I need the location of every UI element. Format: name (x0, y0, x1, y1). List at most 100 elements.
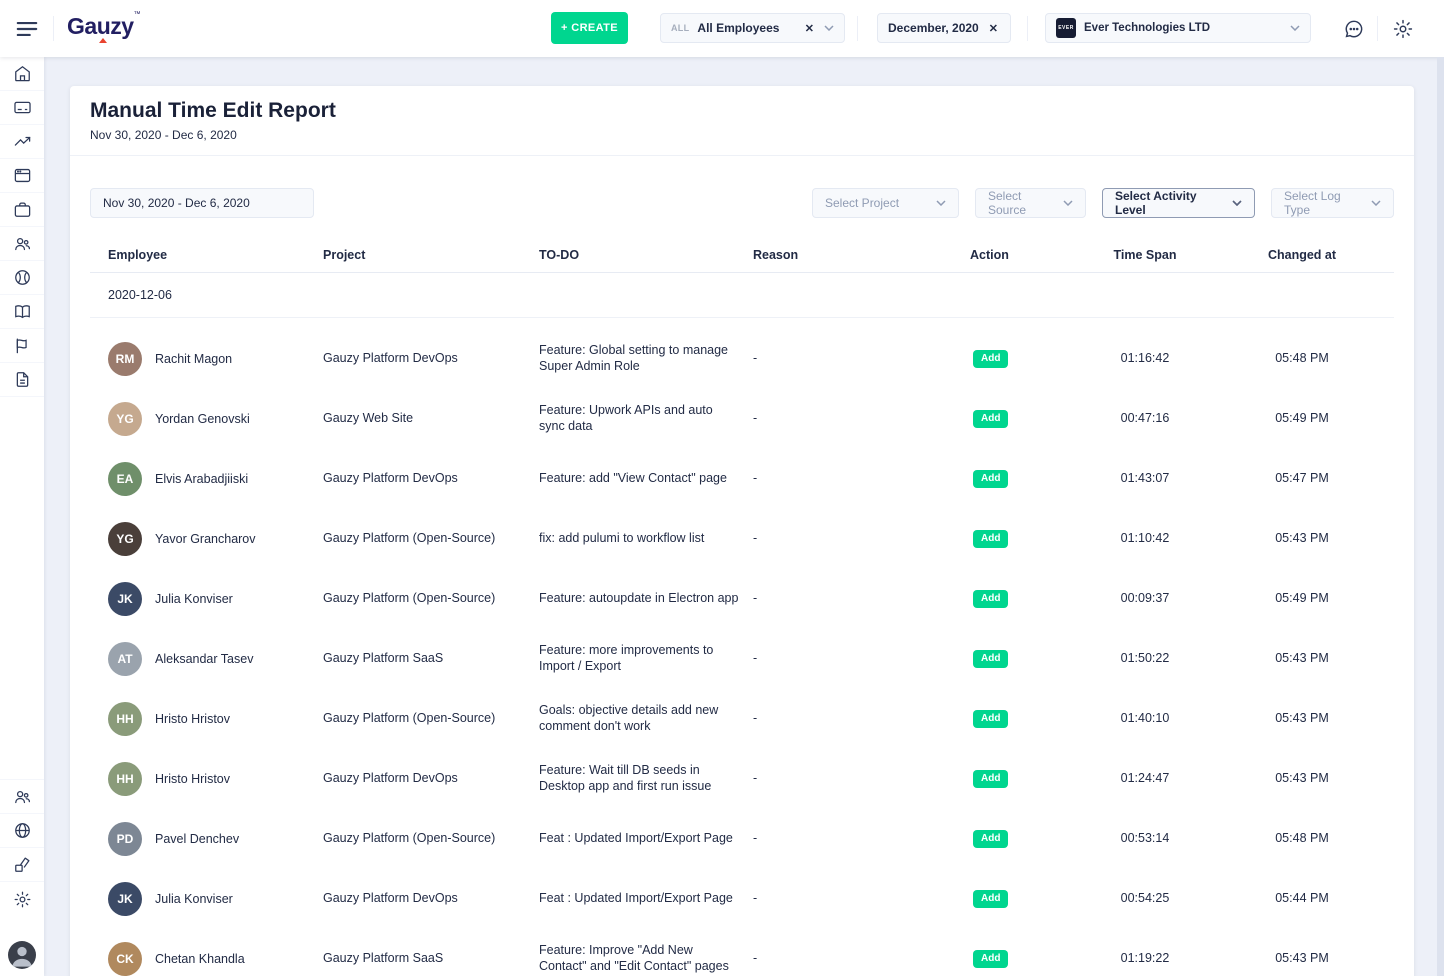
app-logo[interactable]: Gauzy™ (67, 13, 140, 40)
table-row[interactable]: CK Chetan Khandla Gauzy Platform SaaS Fe… (90, 929, 1394, 976)
sidebar-item-reports[interactable] (0, 363, 44, 397)
column-header-reason: Reason (753, 248, 970, 262)
employee-avatar: RM (108, 342, 142, 376)
time-span-cell: 01:24:47 (1080, 771, 1210, 787)
sidebar-item-theme[interactable] (0, 848, 44, 882)
reason-cell: - (753, 591, 970, 607)
date-range-picker[interactable]: Nov 30, 2020 - Dec 6, 2020 (90, 188, 314, 218)
time-span-cell: 01:43:07 (1080, 471, 1210, 487)
table-row[interactable]: HH Hristo Hristov Gauzy Platform (Open-S… (90, 689, 1394, 749)
sidebar-item-home[interactable] (0, 57, 44, 91)
sidebar-item-teams[interactable] (0, 780, 44, 814)
employee-name: Rachit Magon (155, 352, 232, 366)
changed-at-cell: 05:43 PM (1210, 771, 1394, 787)
chevron-down-icon[interactable] (1290, 25, 1300, 31)
globe-alt-icon (13, 821, 32, 840)
todo-cell: Feature: more improvements to Import / E… (539, 643, 753, 674)
column-header-action: Action (970, 248, 1080, 262)
action-badge: Add (973, 890, 1008, 909)
table-row[interactable]: YG Yavor Grancharov Gauzy Platform (Open… (90, 509, 1394, 569)
employee-name: Julia Konviser (155, 592, 233, 606)
organization-selector[interactable]: EVER Ever Technologies LTD (1045, 13, 1311, 43)
page-title: Manual Time Edit Report (90, 99, 1394, 123)
employee-avatar: JK (108, 882, 142, 916)
month-selector-value: December, 2020 (888, 21, 979, 35)
select-log-type-label: Select Log Type (1284, 189, 1363, 217)
table-row[interactable]: HH Hristo Hristov Gauzy Platform DevOps … (90, 749, 1394, 809)
scrollbar[interactable] (1437, 57, 1444, 976)
reason-cell: - (753, 711, 970, 727)
column-header-project: Project (323, 248, 539, 262)
select-project-dropdown[interactable]: Select Project (812, 188, 959, 218)
changed-at-cell: 05:43 PM (1210, 651, 1394, 667)
reason-cell: - (753, 951, 970, 967)
chevron-down-icon[interactable] (824, 25, 834, 31)
changed-at-cell: 05:44 PM (1210, 891, 1394, 907)
report-table: Employee Project TO-DO Reason Action Tim… (70, 242, 1414, 976)
select-activity-level-dropdown[interactable]: Select Activity Level (1102, 188, 1255, 218)
project-cell: Gauzy Platform (Open-Source) (323, 591, 539, 607)
sidebar-item-language[interactable] (0, 814, 44, 848)
project-cell: Gauzy Platform (Open-Source) (323, 831, 539, 847)
gear-icon (13, 890, 32, 909)
month-selector[interactable]: December, 2020 ✕ (877, 13, 1011, 43)
todo-cell: Goals: objective details add new comment… (539, 703, 753, 734)
employee-selector[interactable]: ALL All Employees ✕ (660, 13, 845, 43)
todo-cell: Feat : Updated Import/Export Page (539, 831, 753, 847)
employee-name: Chetan Khandla (155, 952, 245, 966)
report-card: Manual Time Edit Report Nov 30, 2020 - D… (70, 86, 1414, 976)
time-span-cell: 01:40:10 (1080, 711, 1210, 727)
employee-name: Pavel Denchev (155, 832, 239, 846)
table-row[interactable]: YG Yordan Genovski Gauzy Web Site Featur… (90, 389, 1394, 449)
reason-cell: - (753, 771, 970, 787)
sidebar-item-accounting[interactable] (0, 91, 44, 125)
select-source-dropdown[interactable]: Select Source (975, 188, 1086, 218)
employee-avatar: JK (108, 582, 142, 616)
sidebar-item-settings[interactable] (0, 882, 44, 916)
select-log-type-dropdown[interactable]: Select Log Type (1271, 188, 1394, 218)
create-button[interactable]: + CREATE (551, 12, 628, 44)
credit-card-icon (13, 98, 32, 117)
table-row[interactable]: EA Elvis Arabadjiiski Gauzy Platform Dev… (90, 449, 1394, 509)
sidebar-item-organization[interactable] (0, 261, 44, 295)
select-source-label: Select Source (988, 189, 1055, 217)
table-body: RM Rachit Magon Gauzy Platform DevOps Fe… (90, 318, 1394, 976)
report-header: Manual Time Edit Report Nov 30, 2020 - D… (70, 86, 1414, 156)
table-row[interactable]: PD Pavel Denchev Gauzy Platform (Open-So… (90, 809, 1394, 869)
clear-employee-icon[interactable]: ✕ (803, 22, 816, 35)
sidebar-item-employees[interactable] (0, 227, 44, 261)
table-row[interactable]: AT Aleksandar Tasev Gauzy Platform SaaS … (90, 629, 1394, 689)
table-row[interactable]: JK Julia Konviser Gauzy Platform DevOps … (90, 869, 1394, 929)
todo-cell: Feature: Global setting to manage Super … (539, 343, 753, 374)
browser-icon (13, 166, 32, 185)
sidebar-item-goals[interactable] (0, 329, 44, 363)
changed-at-cell: 05:49 PM (1210, 411, 1394, 427)
action-badge: Add (973, 650, 1008, 669)
gear-icon[interactable] (1392, 18, 1414, 40)
sidebar-item-contacts[interactable] (0, 295, 44, 329)
trending-up-icon (13, 132, 32, 151)
sidebar-item-jobs[interactable] (0, 193, 44, 227)
column-header-changed-at: Changed at (1210, 248, 1394, 262)
employee-avatar: YG (108, 522, 142, 556)
page-subtitle: Nov 30, 2020 - Dec 6, 2020 (90, 128, 1394, 142)
design-icon (13, 855, 32, 874)
menu-icon[interactable] (14, 16, 40, 42)
changed-at-cell: 05:43 PM (1210, 711, 1394, 727)
briefcase-icon (13, 200, 32, 219)
project-cell: Gauzy Platform (Open-Source) (323, 711, 539, 727)
sidebar-item-sales[interactable] (0, 125, 44, 159)
todo-cell: Feature: Upwork APIs and auto sync data (539, 403, 753, 434)
chat-icon[interactable] (1343, 18, 1365, 40)
clear-month-icon[interactable]: ✕ (987, 22, 1000, 35)
sidebar-item-tasks[interactable] (0, 159, 44, 193)
employee-avatar: EA (108, 462, 142, 496)
people-icon (13, 787, 32, 806)
book-open-icon (13, 302, 32, 321)
table-row[interactable]: JK Julia Konviser Gauzy Platform (Open-S… (90, 569, 1394, 629)
table-row[interactable]: RM Rachit Magon Gauzy Platform DevOps Fe… (90, 329, 1394, 389)
date-group-row: 2020-12-06 (90, 273, 1394, 318)
employee-avatar: YG (108, 402, 142, 436)
user-avatar[interactable] (8, 941, 36, 969)
project-cell: Gauzy Web Site (323, 411, 539, 427)
